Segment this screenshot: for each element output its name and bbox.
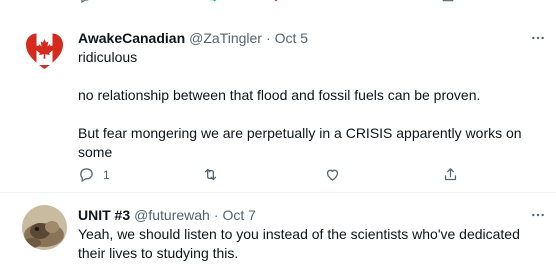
tweet-paragraph: Yeah, we should listen to you instead of… bbox=[78, 226, 520, 261]
previous-retweet-count: 29 bbox=[226, 0, 240, 4]
like-button[interactable] bbox=[324, 166, 341, 183]
more-icon bbox=[532, 36, 544, 40]
previous-like-count: 47 bbox=[290, 0, 304, 4]
like-icon bbox=[326, 169, 339, 181]
tweet-body: AwakeCanadian @ZaTingler · Oct 5 ridicul… bbox=[78, 28, 544, 162]
more-icon bbox=[532, 213, 544, 217]
tweet-paragraph: But fear mongering we are perpetually in… bbox=[78, 125, 522, 160]
reply-button[interactable]: 1 bbox=[78, 166, 110, 183]
tweet-unit3[interactable]: UNIT #3 @futurewah · Oct 7 Yeah, we shou… bbox=[0, 193, 556, 267]
animal-photo-avatar bbox=[22, 205, 67, 250]
reply-count: 1 bbox=[103, 167, 110, 182]
share-button[interactable] bbox=[442, 166, 459, 183]
share-icon bbox=[444, 168, 457, 181]
display-name[interactable]: UNIT #3 bbox=[78, 205, 130, 225]
separator-dot: · bbox=[213, 207, 219, 223]
previous-retweet-button[interactable]: 29 bbox=[204, 0, 240, 4]
previous-tweet-action-bar: 5 29 47 bbox=[0, 0, 556, 8]
tweet-paragraph: no relationship between that flood and f… bbox=[78, 87, 481, 103]
user-handle[interactable]: @futurewah bbox=[134, 205, 210, 225]
retweet-button[interactable] bbox=[202, 166, 219, 183]
canada-heart-flag-avatar bbox=[22, 28, 67, 73]
reply-icon bbox=[81, 0, 89, 4]
avatar[interactable] bbox=[22, 28, 67, 73]
tweet-body: UNIT #3 @futurewah · Oct 7 Yeah, we shou… bbox=[78, 205, 544, 263]
reply-icon bbox=[80, 168, 93, 183]
previous-like-button[interactable]: 47 bbox=[268, 0, 304, 4]
user-handle[interactable]: @ZaTingler bbox=[189, 28, 262, 48]
more-options-button[interactable] bbox=[528, 205, 548, 225]
share-icon bbox=[442, 0, 454, 2]
previous-reply-count: 5 bbox=[100, 0, 107, 4]
tweet-paragraph: ridiculous bbox=[78, 49, 138, 65]
tweet-awakecanadian[interactable]: AwakeCanadian @ZaTingler · Oct 5 ridicul… bbox=[0, 16, 556, 192]
avatar[interactable] bbox=[22, 205, 67, 250]
tweet-action-bar: 1 bbox=[78, 166, 468, 186]
tweet-date[interactable]: Oct 7 bbox=[223, 205, 256, 225]
retweet-icon bbox=[204, 168, 217, 181]
tweet-header: AwakeCanadian @ZaTingler · Oct 5 bbox=[78, 28, 544, 48]
retweet-icon bbox=[209, 0, 217, 2]
like-icon bbox=[274, 0, 278, 2]
more-options-button[interactable] bbox=[528, 28, 548, 48]
tweet-text: ridiculous no relationship between that … bbox=[78, 48, 544, 162]
tweet-text: Yeah, we should listen to you instead of… bbox=[78, 225, 544, 263]
previous-share-button[interactable] bbox=[440, 0, 456, 4]
display-name[interactable]: AwakeCanadian bbox=[78, 28, 185, 48]
tweet-header: UNIT #3 @futurewah · Oct 7 bbox=[78, 205, 544, 225]
previous-reply-button[interactable]: 5 bbox=[78, 0, 107, 4]
separator-dot: · bbox=[265, 30, 271, 46]
tweet-date[interactable]: Oct 5 bbox=[275, 28, 308, 48]
